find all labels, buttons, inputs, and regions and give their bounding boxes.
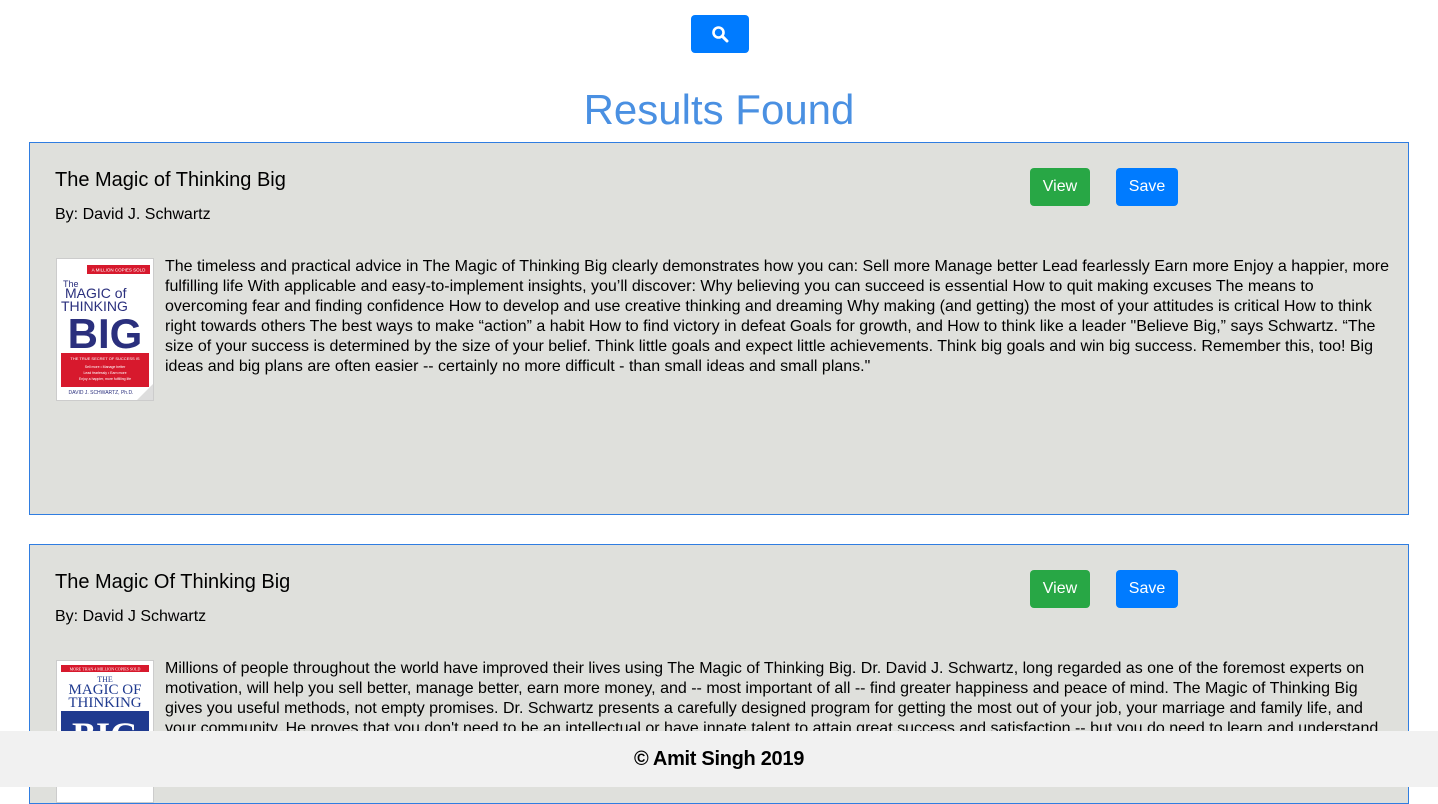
- view-button[interactable]: View: [1030, 168, 1090, 206]
- book-author: By: David J Schwartz: [55, 608, 207, 625]
- save-button[interactable]: Save: [1116, 168, 1178, 206]
- svg-text:THINKING: THINKING: [68, 695, 141, 711]
- book-cover: A MILLION COPIES SOLD The MAGIC of THINK…: [56, 258, 154, 401]
- result-card: The Magic of Thinking Big By: David J. S…: [29, 142, 1409, 515]
- svg-text:Enjoy a happier, more fulfilli: Enjoy a happier, more fulfilling life: [79, 377, 131, 381]
- svg-text:Sell more • Manage better: Sell more • Manage better: [85, 365, 126, 369]
- svg-text:THE TRUE SECRET OF SUCCESS IS: THE TRUE SECRET OF SUCCESS IS: [70, 356, 140, 361]
- page-title: Results Found: [583, 86, 855, 133]
- svg-text:MORE THAN 4 MILLION COPIES SOL: MORE THAN 4 MILLION COPIES SOLD: [70, 667, 141, 672]
- footer: © Amit Singh 2019: [0, 731, 1438, 787]
- view-button[interactable]: View: [1030, 570, 1090, 608]
- search-icon: [712, 26, 729, 43]
- svg-text:Lead fearlessly • Earn more: Lead fearlessly • Earn more: [83, 371, 126, 375]
- svg-text:A MILLION COPIES SOLD: A MILLION COPIES SOLD: [92, 268, 147, 273]
- svg-text:BIG: BIG: [68, 310, 143, 357]
- book-title: The Magic of Thinking Big: [55, 169, 286, 191]
- svg-text:DAVID J. SCHWARTZ, Ph.D.: DAVID J. SCHWARTZ, Ph.D.: [69, 390, 134, 396]
- book-description: The timeless and practical advice in The…: [165, 258, 1390, 375]
- copyright-text: © Amit Singh 2019: [633, 747, 805, 770]
- save-button[interactable]: Save: [1116, 570, 1178, 608]
- book-description: Millions of people throughout the world …: [165, 660, 1379, 737]
- book-author: By: David J. Schwartz: [55, 206, 211, 223]
- book-title: The Magic Of Thinking Big: [55, 571, 291, 593]
- search-button[interactable]: [691, 15, 749, 53]
